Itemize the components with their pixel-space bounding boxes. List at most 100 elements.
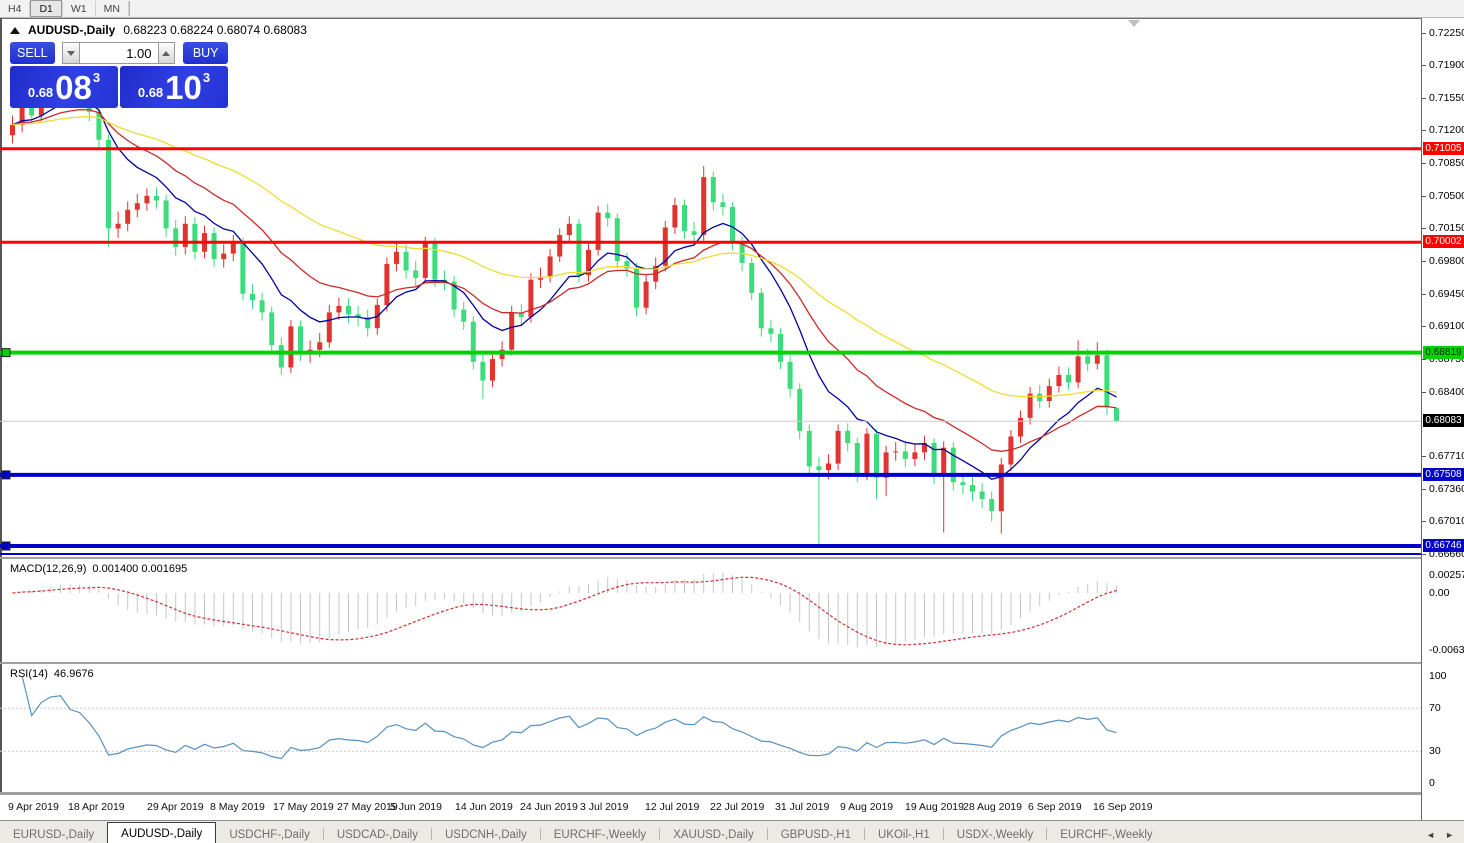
date-axis-label: 9 Aug 2019 [840,801,893,813]
tab-scroll-controls: ◄► [1426,830,1464,843]
axis-tick [1422,521,1426,522]
date-axis-label: 22 Jul 2019 [710,801,764,813]
toolbar-separator [129,1,130,16]
axis-tick [1422,261,1426,262]
axis-tick [1422,196,1426,197]
macd-panel[interactable]: MACD(12,26,9)0.001400 0.001695 [0,559,1421,662]
buy-price-button[interactable]: 0.68 10 3 [120,66,228,108]
timeframe-button-w1[interactable]: W1 [63,0,95,17]
chart-tab-eurchf-weekly[interactable]: EURCHF-,Weekly [541,825,659,843]
price-axis-tick-label: 0.70150 [1429,222,1464,234]
chart-shift-icon[interactable] [1128,20,1140,27]
symbol-tab-bar: EURUSD-,DailyAUDUSD-,DailyUSDCHF-,DailyU… [0,820,1464,843]
date-axis-label: 31 Jul 2019 [775,801,829,813]
axis-tick [1422,98,1426,99]
timeframe-button-mn[interactable]: MN [96,0,128,17]
date-axis-label: 18 Apr 2019 [68,801,125,813]
price-level-label: 0.67508 [1423,468,1464,481]
axis-tick [1422,489,1426,490]
date-axis-label: 14 Jun 2019 [455,801,513,813]
macd-label: MACD(12,26,9)0.001400 0.001695 [10,563,187,575]
buy-price-prefix: 0.68 [138,85,163,100]
chart-ohlc-values: 0.68223 0.68224 0.68074 0.68083 [123,23,307,37]
sell-price-prefix: 0.68 [28,85,53,100]
buy-button[interactable]: BUY [183,42,228,64]
sell-price-button[interactable]: 0.68 08 3 [10,66,118,108]
date-axis-label: 28 Aug 2019 [963,801,1022,813]
chart-tab-gbpusd-h1[interactable]: GBPUSD-,H1 [768,825,864,843]
date-axis[interactable]: 9 Apr 2019 18 Apr 2019 29 Apr 2019 8 May 20… [0,794,1421,821]
rsi-panel[interactable]: RSI(14)46.9676 [0,664,1421,792]
chart-tab-ukoil-h1[interactable]: UKOil-,H1 [865,825,943,843]
rsi-svg [0,664,1421,792]
price-axis-tick-label: 0.002574 [1429,569,1464,581]
chart-symbol-label: AUDUSD-,Daily [28,23,115,37]
price-axis-tick-label: -0.006326 [1429,644,1464,656]
price-level-label: 0.70002 [1423,235,1464,248]
axis-tick [1422,65,1426,66]
chart-tab-xauusd-daily[interactable]: XAUUSD-,Daily [660,825,767,843]
date-axis-label: 5 Jun 2019 [390,801,442,813]
chart-tab-usdx-weekly[interactable]: USDX-,Weekly [944,825,1046,843]
axis-tick [1422,163,1426,164]
chart-tab-eurusd-daily[interactable]: EURUSD-,Daily [0,825,107,843]
volume-input[interactable] [80,42,158,64]
date-axis-label: 27 May 2019 [337,801,398,813]
price-axis-tick-label: 0.67360 [1429,483,1464,495]
price-level-label: 0.71005 [1423,142,1464,155]
chart-tab-usdchf-daily[interactable]: USDCHF-,Daily [216,825,323,843]
axis-tick [1422,294,1426,295]
collapse-chart-icon[interactable] [10,27,20,34]
price-axis-tick-label: 0.70500 [1429,190,1464,202]
price-axis-tick-label: 0.71900 [1429,59,1464,71]
one-click-trade-panel: SELL BUY 0.68 08 3 0.68 10 3 [10,42,228,108]
price-axis-tick-label: 0.72250 [1429,27,1464,39]
chart-tab-eurchf-weekly[interactable]: EURCHF-,Weekly [1047,825,1165,843]
tab-scroll-right-icon[interactable]: ► [1445,830,1454,840]
price-axis-tick-label: 0.70850 [1429,157,1464,169]
axis-tick [1422,130,1426,131]
date-axis-label: 24 Jun 2019 [520,801,578,813]
axis-tick [1422,392,1426,393]
volume-increase-button[interactable] [158,42,176,64]
axis-tick [1422,326,1426,327]
rsi-label: RSI(14)46.9676 [10,668,94,680]
timeframe-button-d1[interactable]: D1 [30,0,61,17]
price-axis-tick-label: 0.67710 [1429,450,1464,462]
price-axis-tick-label: 70 [1429,702,1441,714]
price-level-label: 0.66746 [1423,539,1464,552]
price-axis[interactable]: 0.722500.719000.715500.712000.708500.705… [1421,18,1464,820]
axis-tick [1422,228,1426,229]
price-axis-tick-label: 0.69450 [1429,288,1464,300]
chart-tab-usdcnh-daily[interactable]: USDCNH-,Daily [432,825,540,843]
price-level-label: 0.68083 [1423,414,1464,427]
rsi-canvas [0,664,1421,792]
price-axis-tick-label: 0 [1429,777,1435,789]
date-axis-label: 9 Apr 2019 [8,801,59,813]
price-axis-tick-label: 0.68400 [1429,386,1464,398]
chart-tab-audusd-daily[interactable]: AUDUSD-,Daily [107,822,216,843]
timeframe-button-h4[interactable]: H4 [0,0,29,17]
volume-decrease-button[interactable] [62,42,80,64]
buy-price-pip: 3 [203,70,210,85]
sell-price-pip: 3 [93,70,100,85]
chart-tab-usdcad-daily[interactable]: USDCAD-,Daily [324,825,431,843]
date-axis-label: 8 May 2019 [210,801,265,813]
sell-button[interactable]: SELL [10,42,55,64]
chevron-up-icon [162,51,170,56]
axis-tick [1422,359,1426,360]
tab-scroll-left-icon[interactable]: ◄ [1426,830,1435,840]
price-axis-tick-label: 0.69800 [1429,255,1464,267]
price-axis-tick-label: 100 [1429,670,1447,682]
date-axis-label: 6 Sep 2019 [1028,801,1082,813]
price-level-label: 0.68819 [1423,346,1464,359]
macd-svg [0,559,1421,662]
axis-tick [1422,33,1426,34]
axis-tick [1422,554,1426,555]
price-axis-tick-label: 0.69100 [1429,320,1464,332]
buy-price-big: 10 [165,71,202,104]
chart-title: AUDUSD-,Daily 0.68223 0.68224 0.68074 0.… [10,23,307,37]
price-axis-tick-label: 0.00 [1429,587,1449,599]
date-axis-label: 29 Apr 2019 [147,801,204,813]
price-axis-tick-label: 30 [1429,745,1441,757]
